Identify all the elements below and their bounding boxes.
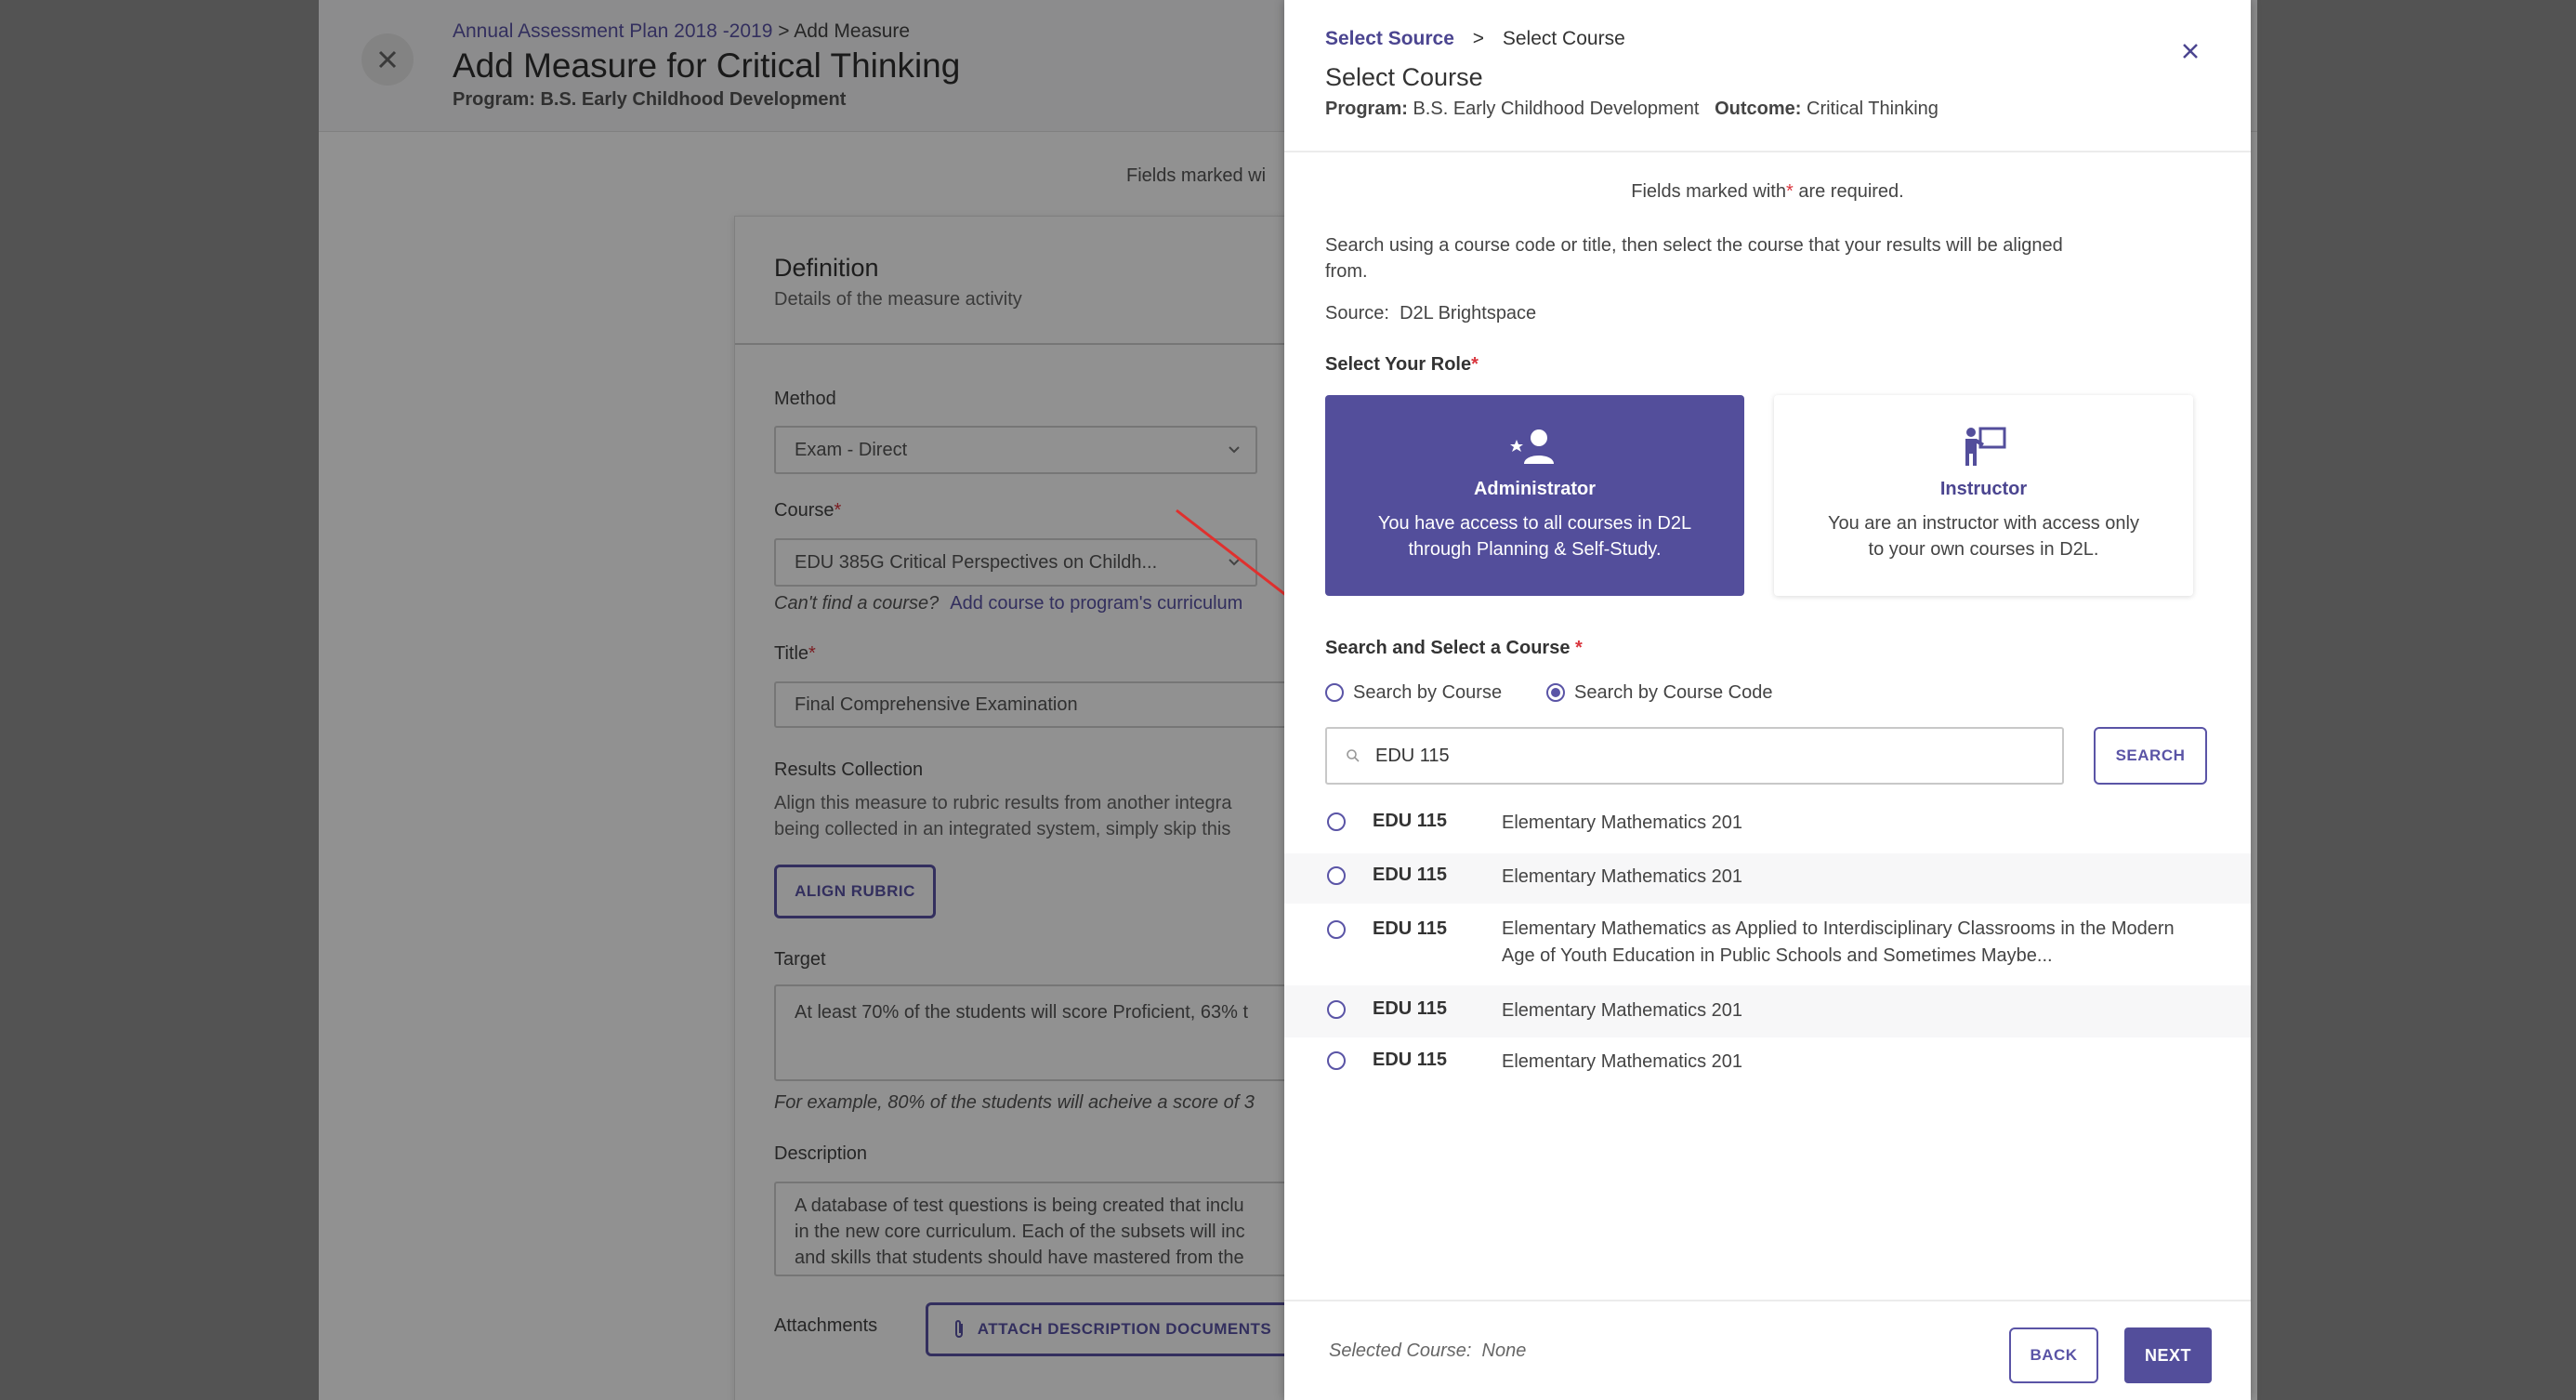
select-role-label: Select Your Role* <box>1325 354 1479 375</box>
person-star-icon <box>1509 429 1554 464</box>
search-instructions: Search using a course code or title, the… <box>1325 235 2063 282</box>
modal-breadcrumb-current: Select Course <box>1502 28 1625 49</box>
instructor-board-icon <box>1965 427 2005 466</box>
select-source-link[interactable]: Select Source <box>1325 28 1454 49</box>
course-search-field[interactable] <box>1325 727 2064 785</box>
result-code: EDU 115 <box>1373 811 1448 831</box>
result-row[interactable]: EDU 115 Elementary Mathematics 201 <box>1284 853 2251 904</box>
role-card-administrator[interactable]: Administrator You have access to all cou… <box>1325 395 1744 596</box>
result-radio[interactable] <box>1327 1051 1346 1070</box>
next-button[interactable]: NEXT <box>2124 1327 2212 1383</box>
course-search-input[interactable] <box>1375 745 2026 767</box>
modal-header: Select Source > Select Course Select Cou… <box>1284 0 2251 152</box>
close-icon <box>2183 44 2198 59</box>
selected-course-status: Selected Course: None <box>1329 1341 1527 1361</box>
modal-close-button[interactable] <box>2176 37 2204 65</box>
search-select-label: Search and Select a Course * <box>1325 638 1583 658</box>
result-title: Elementary Mathematics 201 <box>1502 812 1743 833</box>
result-row[interactable]: EDU 115 Elementary Mathematics as Applie… <box>1284 904 2251 985</box>
result-code: EDU 115 <box>1373 918 1448 939</box>
role-description: You are an instructor with access only t… <box>1828 513 2139 560</box>
back-button[interactable]: BACK <box>2009 1327 2098 1383</box>
result-code: EDU 115 <box>1373 1050 1448 1070</box>
modal-footer: Selected Course: None BACK NEXT <box>1284 1300 2251 1400</box>
role-title: Administrator <box>1473 479 1597 499</box>
result-row[interactable]: EDU 115 Elementary Mathematics 201 <box>1284 805 2251 855</box>
result-radio[interactable] <box>1327 1000 1346 1019</box>
search-by-course-radio[interactable] <box>1325 683 1344 702</box>
modal-breadcrumb: Select Source > Select Course <box>1325 28 1625 49</box>
role-card-instructor[interactable]: Instructor You are an instructor with ac… <box>1774 395 2193 596</box>
source-line: Source: D2L Brightspace <box>1325 303 1537 324</box>
result-radio[interactable] <box>1327 866 1346 885</box>
select-course-modal: Select Source > Select Course Select Cou… <box>1284 0 2251 1400</box>
search-by-code-label: Search by Course Code <box>1574 682 1773 703</box>
role-title: Instructor <box>1939 479 2028 499</box>
result-title: Elementary Mathematics 201 <box>1502 866 1743 887</box>
search-by-course-label: Search by Course <box>1353 682 1503 703</box>
result-title: Elementary Mathematics 201 <box>1502 1051 1743 1072</box>
modal-title: Select Course <box>1325 63 1483 91</box>
result-row[interactable]: EDU 115 Elementary Mathematics 201 <box>1284 1037 2251 1090</box>
search-by-code-radio[interactable] <box>1546 683 1565 702</box>
search-icon <box>1347 749 1360 762</box>
required-fields-note: Fields marked with* are required. <box>1631 181 1904 202</box>
result-code: EDU 115 <box>1373 865 1448 885</box>
result-row[interactable]: EDU 115 Elementary Mathematics 201 <box>1284 985 2251 1037</box>
search-button[interactable]: SEARCH <box>2094 727 2207 785</box>
modal-meta: Program: B.S. Early Childhood Developmen… <box>1325 99 1939 119</box>
result-title: Elementary Mathematics 201 <box>1502 1000 1743 1021</box>
role-description: You have access to all courses in D2L th… <box>1377 513 1692 560</box>
result-title: Elementary Mathematics as Applied to Int… <box>1502 918 2175 966</box>
selected-course-value: None <box>1481 1341 1527 1361</box>
result-radio[interactable] <box>1327 812 1346 831</box>
result-code: EDU 115 <box>1373 998 1448 1019</box>
result-radio[interactable] <box>1327 920 1346 939</box>
